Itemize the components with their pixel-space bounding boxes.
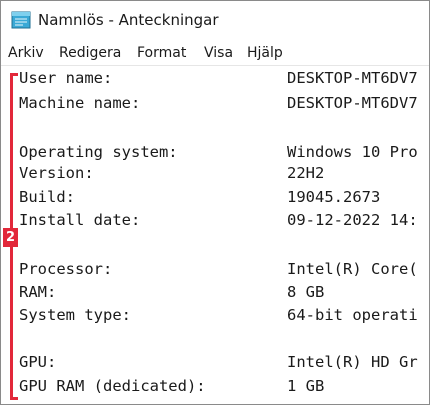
notepad-icon — [11, 11, 31, 29]
menu-item-format[interactable]: Format — [137, 45, 186, 61]
line-value: 64-bit operati — [287, 306, 418, 324]
menu-item-visa[interactable]: Visa — [204, 45, 233, 61]
line-value: 1 GB — [287, 377, 325, 395]
line-value: 19045.2673 — [287, 188, 381, 206]
menu-item-redigera[interactable]: Redigera — [59, 45, 121, 61]
line-value: Intel(R) HD Gr — [287, 353, 418, 371]
line-value: 8 GB — [287, 283, 325, 301]
line-label: Machine name: — [19, 94, 141, 112]
line-label: Install date: — [19, 211, 141, 229]
line-label: System type: — [19, 306, 131, 324]
line-label: RAM: — [19, 283, 57, 301]
line-value: DESKTOP-MT6DV7 — [287, 69, 418, 87]
annotation-bracket-bottom — [10, 397, 18, 400]
annotation-badge: 2 — [3, 228, 18, 247]
menu-item-hjalp[interactable]: Hjälp — [247, 45, 283, 61]
line-label: Processor: — [19, 260, 113, 278]
text-editor-area[interactable]: User name: DESKTOP-MT6DV7 Machine name: … — [1, 66, 429, 404]
window-title: Namnlös - Anteckningar — [38, 11, 219, 29]
line-label: Operating system: — [19, 143, 178, 161]
title-bar: Namnlös - Anteckningar — [1, 1, 429, 41]
line-value: DESKTOP-MT6DV7 — [287, 94, 418, 112]
menu-item-arkiv[interactable]: Arkiv — [8, 45, 44, 61]
line-value: Windows 10 Pro — [287, 143, 418, 161]
line-label: Build: — [19, 188, 75, 206]
line-value: 22H2 — [287, 164, 325, 182]
line-label: GPU: — [19, 353, 57, 371]
line-label: GPU RAM (dedicated): — [19, 377, 206, 395]
line-value: 09-12-2022 14: — [287, 211, 418, 229]
line-label: Version: — [19, 164, 94, 182]
line-value: Intel(R) Core( — [287, 260, 418, 278]
line-label: User name: — [19, 69, 113, 87]
notepad-window: Namnlös - Anteckningar Arkiv Redigera Fo… — [0, 0, 430, 405]
annotation-bracket-top — [10, 73, 18, 76]
menu-bar: Arkiv Redigera Format Visa Hjälp — [1, 41, 429, 66]
